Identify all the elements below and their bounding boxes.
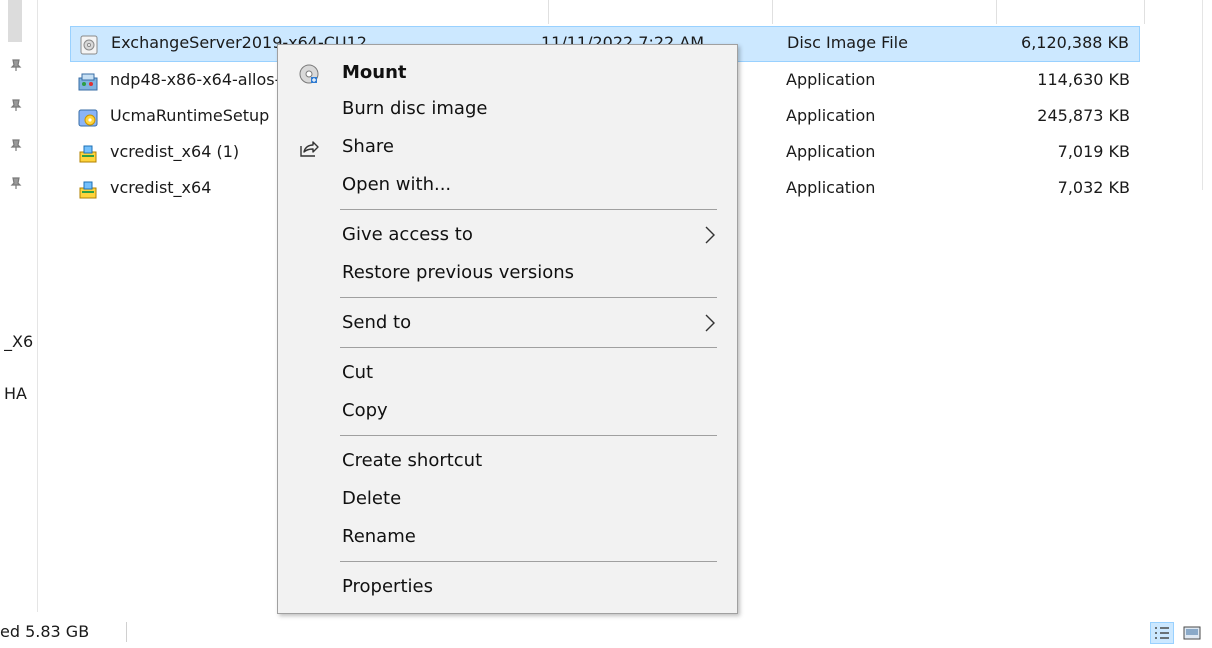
menu-item-label: Copy xyxy=(342,400,388,421)
menu-separator xyxy=(340,209,717,210)
large-icons-view-button[interactable] xyxy=(1180,622,1204,644)
column-separator[interactable] xyxy=(1144,0,1145,24)
menu-item-label: Burn disc image xyxy=(342,98,488,119)
file-size: 7,019 KB xyxy=(1057,142,1130,161)
status-selection-size: ed 5.83 GB xyxy=(0,622,90,641)
nav-item-partial[interactable]: HA xyxy=(4,384,38,403)
file-list-scrollbar[interactable] xyxy=(1202,0,1212,190)
details-view-button[interactable] xyxy=(1150,622,1174,644)
file-size: 245,873 KB xyxy=(1037,106,1130,125)
menu-item-properties[interactable]: Properties xyxy=(278,569,737,605)
menu-item-label: Create shortcut xyxy=(342,450,483,471)
nav-scrollbar-thumb[interactable] xyxy=(8,0,22,42)
mount-disc-icon xyxy=(299,64,319,84)
file-name: vcredist_x64 (1) xyxy=(110,142,240,161)
menu-item-send-to[interactable]: Send to xyxy=(278,305,737,341)
file-type: Application xyxy=(786,70,876,89)
menu-item-label: Delete xyxy=(342,488,402,509)
status-bar: ed 5.83 GB xyxy=(0,612,1212,648)
context-menu: Mount Burn disc image Share Open with...… xyxy=(277,44,738,614)
nav-item-partial[interactable]: _X6 xyxy=(4,332,38,351)
file-type: Application xyxy=(786,142,876,161)
pin-icon xyxy=(10,99,22,111)
menu-item-label: Open with... xyxy=(342,174,452,195)
menu-item-open-with[interactable]: Open with... xyxy=(278,167,737,203)
chevron-right-icon xyxy=(705,314,715,332)
file-type: Application xyxy=(786,106,876,125)
menu-separator xyxy=(340,347,717,348)
large-icons-view-icon xyxy=(1183,626,1201,640)
menu-item-label: Rename xyxy=(342,526,416,547)
file-size: 114,630 KB xyxy=(1037,70,1130,89)
pin-icon xyxy=(10,139,22,151)
menu-separator xyxy=(340,561,717,562)
status-divider xyxy=(126,622,127,642)
menu-item-label: Share xyxy=(342,136,394,157)
vcredist-icon xyxy=(79,181,97,199)
menu-item-burn-disc-image[interactable]: Burn disc image xyxy=(278,91,737,127)
chevron-right-icon xyxy=(705,226,715,244)
menu-item-label: Cut xyxy=(342,362,374,383)
file-type: Application xyxy=(786,178,876,197)
menu-item-copy[interactable]: Copy xyxy=(278,393,737,429)
disc-image-icon xyxy=(80,35,98,55)
menu-item-cut[interactable]: Cut xyxy=(278,355,737,391)
column-separator[interactable] xyxy=(548,0,549,24)
details-view-icon xyxy=(1155,627,1169,639)
menu-item-restore-previous-versions[interactable]: Restore previous versions xyxy=(278,255,737,291)
file-type: Disc Image File xyxy=(787,33,908,52)
share-icon xyxy=(300,141,319,157)
file-name: vcredist_x64 xyxy=(110,178,212,197)
menu-item-delete[interactable]: Delete xyxy=(278,481,737,517)
menu-separator xyxy=(340,297,717,298)
pin-icon xyxy=(10,177,22,189)
menu-separator xyxy=(340,435,717,436)
menu-item-share[interactable]: Share xyxy=(278,129,737,165)
menu-item-label: Restore previous versions xyxy=(342,262,575,283)
vcredist-icon xyxy=(79,145,97,163)
file-size: 7,032 KB xyxy=(1057,178,1130,197)
menu-item-label: Properties xyxy=(342,576,433,597)
column-separator[interactable] xyxy=(996,0,997,24)
menu-item-label: Send to xyxy=(342,312,412,333)
file-name: UcmaRuntimeSetup xyxy=(110,106,270,125)
column-separator[interactable] xyxy=(772,0,773,24)
navigation-pane: _X6 HA xyxy=(0,0,38,612)
menu-item-create-shortcut[interactable]: Create shortcut xyxy=(278,443,737,479)
file-size: 6,120,388 KB xyxy=(1021,33,1129,52)
menu-item-label: Give access to xyxy=(342,224,473,245)
menu-item-give-access-to[interactable]: Give access to xyxy=(278,217,737,253)
menu-item-mount[interactable]: Mount xyxy=(278,55,737,91)
pin-icon xyxy=(10,59,22,71)
setup-icon xyxy=(78,109,98,127)
menu-item-rename[interactable]: Rename xyxy=(278,519,737,555)
menu-item-label: Mount xyxy=(342,62,407,83)
installer-icon xyxy=(78,73,98,91)
